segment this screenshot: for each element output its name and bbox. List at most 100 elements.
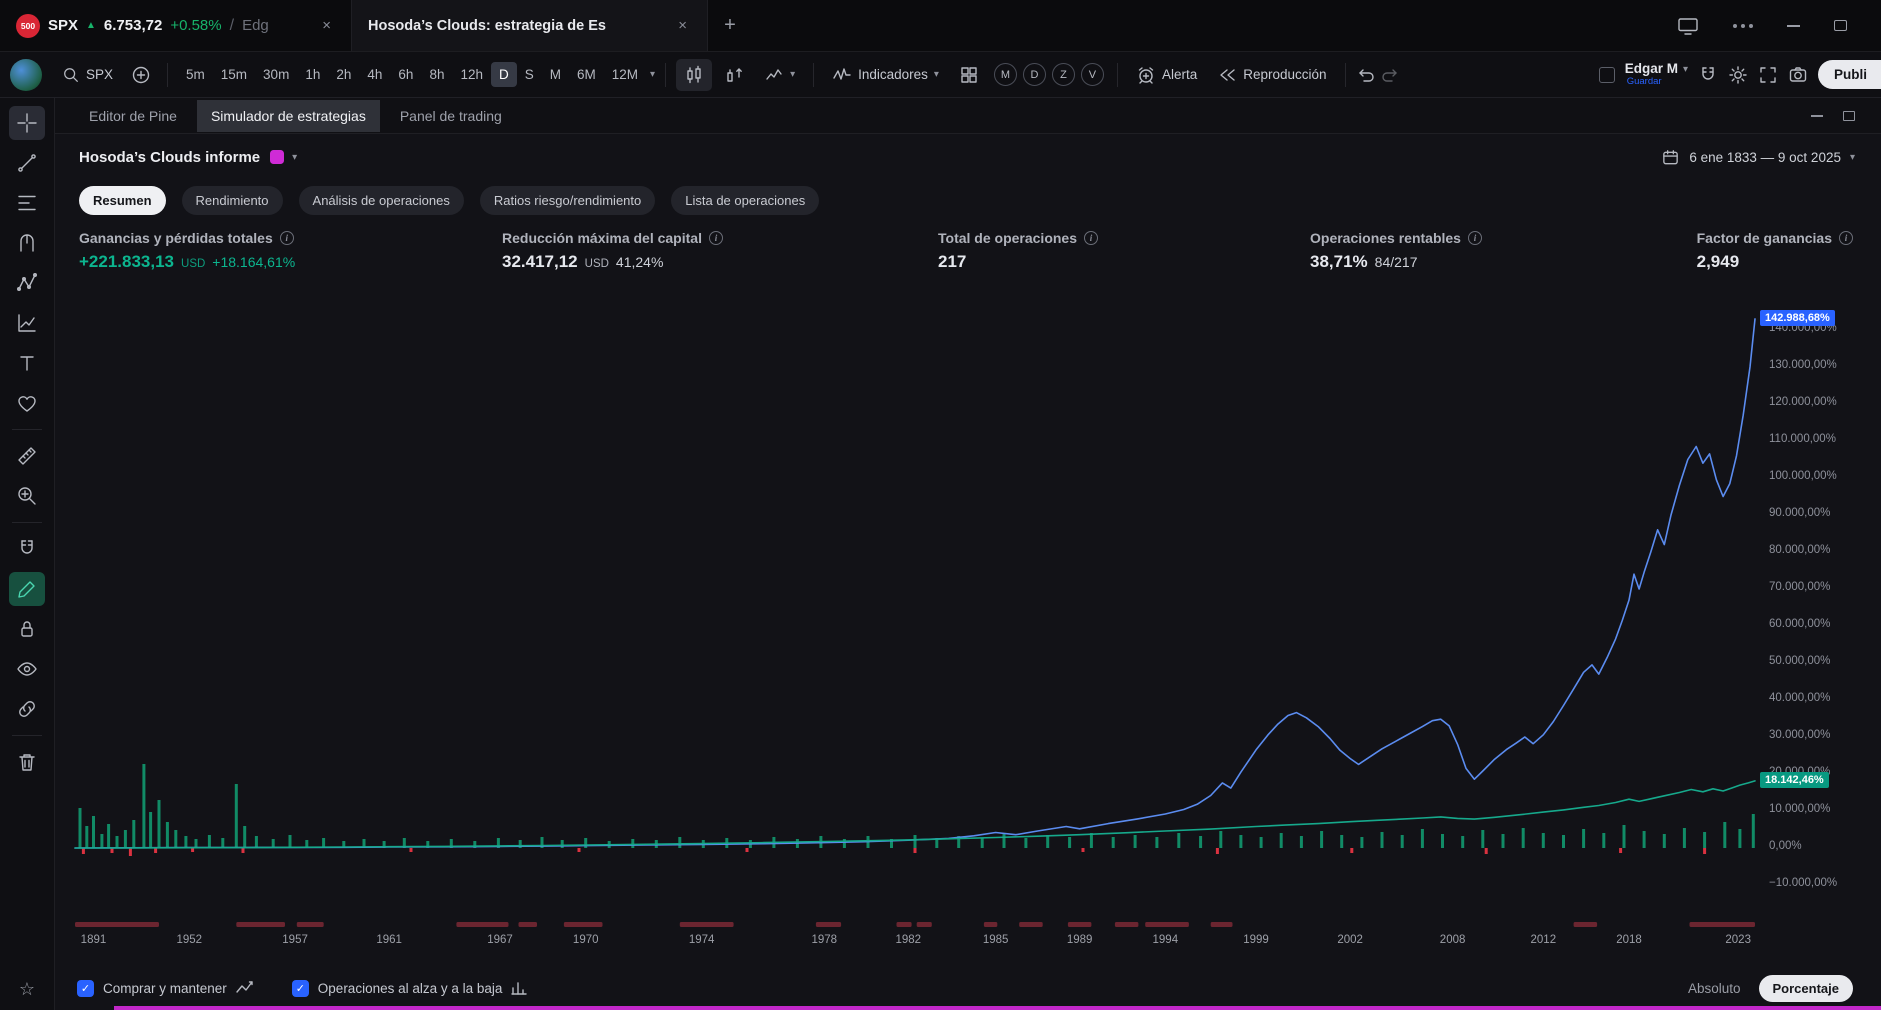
pattern-tool[interactable] bbox=[9, 266, 45, 300]
expand-panel-icon[interactable] bbox=[1843, 111, 1855, 121]
timeframe-2h[interactable]: 2h bbox=[328, 62, 359, 87]
layout-grid-button[interactable] bbox=[951, 59, 987, 91]
publish-button[interactable]: Publi bbox=[1818, 60, 1881, 89]
chevron-down-icon[interactable]: ▾ bbox=[650, 69, 655, 80]
save-label[interactable]: Guardar bbox=[1627, 77, 1662, 87]
text-tool[interactable] bbox=[9, 346, 45, 380]
favorites-star-icon[interactable]: ☆ bbox=[19, 979, 35, 1000]
info-icon[interactable]: i bbox=[709, 231, 723, 245]
tab-strategy-report[interactable]: Hosoda’s Clouds: estrategia de Es × bbox=[352, 0, 708, 51]
close-tab-icon[interactable]: × bbox=[674, 15, 691, 36]
trendline-tool[interactable] bbox=[9, 146, 45, 180]
time-axis-label: 2012 bbox=[1523, 934, 1563, 946]
tab-chart-spx[interactable]: 500 SPX ▲ 6.753,72 +0.58% / Edg × bbox=[0, 0, 352, 51]
report-pill-rendimiento[interactable]: Rendimiento bbox=[182, 186, 283, 215]
hotkey-v[interactable]: V bbox=[1081, 63, 1104, 86]
hotkey-d[interactable]: D bbox=[1023, 63, 1046, 86]
timeframe-6h[interactable]: 6h bbox=[390, 62, 421, 87]
info-icon[interactable]: i bbox=[1468, 231, 1482, 245]
stat-label-text: Total de operaciones bbox=[938, 230, 1077, 246]
hide-all-drawings-tool[interactable] bbox=[9, 652, 45, 686]
sync-drawings-tool[interactable] bbox=[9, 692, 45, 726]
settings-gear-icon[interactable] bbox=[1728, 65, 1748, 85]
timeframe-1h[interactable]: 1h bbox=[297, 62, 328, 87]
fib-retracement-tool[interactable] bbox=[9, 186, 45, 220]
symbol-search-button[interactable]: SPX bbox=[54, 60, 121, 90]
panel-tab-editor-de-pine[interactable]: Editor de Pine bbox=[75, 100, 191, 132]
layout-name-menu[interactable]: Edgar M ▾ Guardar bbox=[1625, 62, 1688, 87]
account-avatar[interactable] bbox=[10, 59, 42, 91]
magnet-mode-tool[interactable] bbox=[9, 532, 45, 566]
minimize-window-icon[interactable] bbox=[1787, 25, 1800, 27]
more-options-icon[interactable] bbox=[1733, 24, 1753, 28]
remove-drawings-tool[interactable] bbox=[9, 745, 45, 779]
timeframe-6m[interactable]: 6M bbox=[569, 62, 604, 87]
redo-icon[interactable] bbox=[1380, 65, 1400, 85]
screenshot-camera-icon[interactable] bbox=[1788, 65, 1808, 85]
close-tab-icon[interactable]: × bbox=[318, 15, 335, 36]
stay-in-drawing-mode-tool[interactable] bbox=[9, 572, 45, 606]
new-tab-button[interactable]: + bbox=[708, 0, 752, 51]
compare-button[interactable]: ▾ bbox=[756, 59, 803, 91]
panel-tab-panel-de-trading[interactable]: Panel de trading bbox=[386, 100, 516, 132]
report-section-pills: Resumen Rendimiento Análisis de operacione… bbox=[55, 180, 1881, 220]
percent-toggle[interactable]: Porcentaje bbox=[1759, 975, 1853, 1002]
report-pill-resumen[interactable]: Resumen bbox=[79, 186, 166, 215]
collapse-panel-icon[interactable] bbox=[1811, 115, 1823, 117]
indicators-label: Indicadores bbox=[858, 67, 928, 82]
timeframe-row: 5m15m30m1h2h4h6h8h12hDSM6M12M bbox=[178, 62, 646, 87]
measure-tool[interactable] bbox=[9, 439, 45, 473]
stat-reduccion-maxima-del-capital: Reducción máxima del capitali32.417,12US… bbox=[502, 230, 938, 282]
report-pill-ratios-riesgo-rendimiento[interactable]: Ratios riesgo/rendimiento bbox=[480, 186, 655, 215]
timeframe-m[interactable]: M bbox=[542, 62, 569, 87]
hotkey-m[interactable]: M bbox=[994, 63, 1017, 86]
layout-checkbox[interactable] bbox=[1599, 67, 1615, 83]
hotkey-z[interactable]: Z bbox=[1052, 63, 1075, 86]
report-pill-lista-de-operaciones[interactable]: Lista de operaciones bbox=[671, 186, 819, 215]
maximize-window-icon[interactable] bbox=[1834, 20, 1847, 31]
date-range-picker[interactable]: 6 ene 1833 — 9 oct 2025 ▾ bbox=[1661, 148, 1855, 167]
equity-curve-chart[interactable]: 140.000,00%130.000,00%120.000,00%110.000… bbox=[55, 282, 1881, 966]
timeframe-12m[interactable]: 12M bbox=[604, 62, 646, 87]
indicators-button[interactable]: Indicadores ▾ bbox=[824, 59, 947, 91]
price-axis-label: 60.000,00% bbox=[1769, 618, 1830, 630]
timeframe-15m[interactable]: 15m bbox=[213, 62, 255, 87]
candle-settings-button[interactable] bbox=[716, 59, 752, 91]
chevron-down-icon[interactable]: ▾ bbox=[292, 152, 297, 163]
absolute-toggle[interactable]: Absoluto bbox=[1688, 981, 1741, 996]
timeframe-4h[interactable]: 4h bbox=[359, 62, 390, 87]
replay-button[interactable]: Reproducción bbox=[1209, 59, 1334, 91]
strategy-flag-icon[interactable] bbox=[270, 150, 284, 164]
fullscreen-icon[interactable] bbox=[1758, 65, 1778, 85]
buyhold-checkbox[interactable]: ✓ bbox=[77, 980, 94, 997]
emoji-tool[interactable] bbox=[9, 386, 45, 420]
timeframe-30m[interactable]: 30m bbox=[255, 62, 297, 87]
info-icon[interactable]: i bbox=[280, 231, 294, 245]
lock-all-drawings-tool[interactable] bbox=[9, 612, 45, 646]
timeframe-s[interactable]: S bbox=[517, 62, 542, 87]
timeframe-12h[interactable]: 12h bbox=[452, 62, 491, 87]
longshort-checkbox[interactable]: ✓ bbox=[292, 980, 309, 997]
info-icon[interactable]: i bbox=[1084, 231, 1098, 245]
timeframe-d[interactable]: D bbox=[491, 62, 517, 87]
panel-tab-simulador-de-estrategias[interactable]: Simulador de estrategias bbox=[197, 100, 380, 132]
stat-extra-value: +18.164,61% bbox=[212, 254, 295, 270]
bar-style-button[interactable] bbox=[676, 59, 712, 91]
zoom-in-tool[interactable] bbox=[9, 479, 45, 513]
undo-icon[interactable] bbox=[1356, 65, 1376, 85]
stat-label-text: Reducción máxima del capital bbox=[502, 230, 702, 246]
magnet-icon[interactable] bbox=[1698, 65, 1718, 85]
timeframe-5m[interactable]: 5m bbox=[178, 62, 213, 87]
info-icon[interactable]: i bbox=[1839, 231, 1853, 245]
add-symbol-icon[interactable] bbox=[131, 65, 151, 85]
pitchfork-tool[interactable] bbox=[9, 226, 45, 260]
stat-operaciones-rentables: Operaciones rentablesi38,71%84/217 bbox=[1310, 230, 1660, 282]
monitor-icon[interactable] bbox=[1677, 16, 1699, 36]
report-pill-analisis-de-operaciones[interactable]: Análisis de operaciones bbox=[299, 186, 464, 215]
stat-value: 2,949 bbox=[1697, 252, 1853, 272]
time-axis-label: 1961 bbox=[369, 934, 409, 946]
forecast-tool[interactable] bbox=[9, 306, 45, 340]
timeframe-8h[interactable]: 8h bbox=[421, 62, 452, 87]
alert-button[interactable]: Alerta bbox=[1128, 59, 1205, 91]
crosshair-tool[interactable] bbox=[9, 106, 45, 140]
